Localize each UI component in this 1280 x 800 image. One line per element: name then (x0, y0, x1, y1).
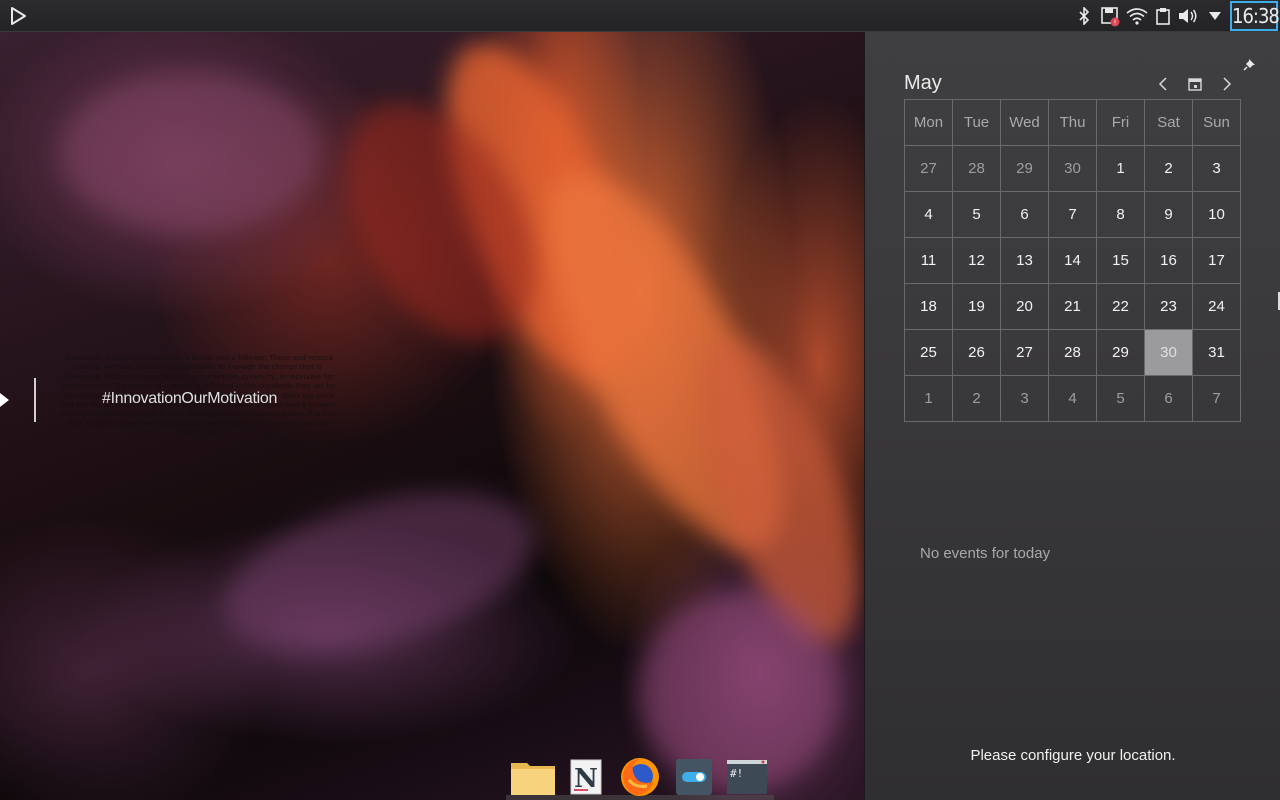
day-cell[interactable]: 3 (1000, 375, 1049, 422)
day-cell[interactable]: 3 (1192, 145, 1241, 192)
quote-divider (34, 378, 36, 422)
previous-month-icon[interactable] (1153, 74, 1173, 94)
week-row: 4 5 6 7 8 9 10 (904, 191, 1241, 238)
day-cell[interactable]: 4 (904, 191, 953, 238)
day-cell[interactable]: 27 (904, 145, 953, 192)
day-cell[interactable]: 14 (1048, 237, 1097, 284)
next-month-icon[interactable] (1217, 74, 1237, 94)
quote-hashtag: #InnovationOurMotivation (102, 390, 278, 407)
no-events-label: No events for today (920, 545, 1051, 562)
month-title[interactable]: May (904, 72, 942, 95)
day-cell[interactable]: 5 (952, 191, 1001, 238)
today-cell[interactable]: 30 (1144, 329, 1193, 376)
weekday-label: Fri (1096, 99, 1145, 146)
settings-toggle-icon[interactable] (667, 754, 721, 800)
day-cell[interactable]: 27 (1000, 329, 1049, 376)
day-cell[interactable]: 1 (1096, 145, 1145, 192)
top-panel: ! 16:38 (0, 0, 1280, 32)
clipboard-icon[interactable] (1152, 5, 1174, 27)
notes-app-icon[interactable]: N (560, 754, 614, 800)
week-row: 18 19 20 21 22 23 24 (904, 283, 1241, 330)
day-cell[interactable]: 8 (1096, 191, 1145, 238)
weekday-header-row: Mon Tue Wed Thu Fri Sat Sun (904, 99, 1241, 146)
day-cell[interactable]: 21 (1048, 283, 1097, 330)
day-cell[interactable]: 28 (952, 145, 1001, 192)
day-cell[interactable]: 6 (1144, 375, 1193, 422)
usb-drive-icon[interactable]: ! (1099, 5, 1121, 27)
today-calendar-icon[interactable] (1185, 74, 1205, 94)
day-cell[interactable]: 2 (952, 375, 1001, 422)
clock[interactable]: 16:38 (1230, 1, 1280, 31)
dock: N #! (506, 754, 774, 800)
day-cell[interactable]: 4 (1048, 375, 1097, 422)
weekday-label: Sat (1144, 99, 1193, 146)
day-cell[interactable]: 31 (1192, 329, 1241, 376)
quote-widget: Innovation distinguishes between a leade… (0, 350, 360, 450)
weekday-label: Sun (1192, 99, 1241, 146)
day-cell[interactable]: 23 (1144, 283, 1193, 330)
svg-text:#!: #! (730, 767, 743, 780)
day-cell[interactable]: 10 (1192, 191, 1241, 238)
day-cell[interactable]: 22 (1096, 283, 1145, 330)
day-cell[interactable]: 28 (1048, 329, 1097, 376)
day-cell[interactable]: 1 (904, 375, 953, 422)
expand-arrow-icon[interactable] (1204, 5, 1226, 27)
weekday-label: Wed (1000, 99, 1049, 146)
day-cell[interactable]: 12 (952, 237, 1001, 284)
volume-icon[interactable] (1177, 5, 1199, 27)
day-cell[interactable]: 9 (1144, 191, 1193, 238)
day-cell[interactable]: 20 (1000, 283, 1049, 330)
day-cell[interactable]: 2 (1144, 145, 1193, 192)
day-cell[interactable]: 6 (1000, 191, 1049, 238)
day-cell[interactable]: 17 (1192, 237, 1241, 284)
wifi-icon[interactable] (1126, 5, 1148, 27)
day-cell[interactable]: 15 (1096, 237, 1145, 284)
weather-location-message[interactable]: Please configure your location. (865, 747, 1280, 764)
day-cell[interactable]: 26 (952, 329, 1001, 376)
launcher-play-icon[interactable] (6, 4, 30, 28)
week-row: 27 28 29 30 1 2 3 (904, 145, 1241, 192)
files-icon[interactable] (506, 754, 560, 800)
week-row: 25 26 27 28 29 30 31 (904, 329, 1241, 376)
weekday-label: Tue (952, 99, 1001, 146)
svg-text:!: ! (1114, 19, 1117, 27)
bluetooth-icon[interactable] (1073, 5, 1095, 27)
day-cell[interactable]: 18 (904, 283, 953, 330)
day-cell[interactable]: 7 (1048, 191, 1097, 238)
day-cell[interactable]: 11 (904, 237, 953, 284)
day-cell[interactable]: 7 (1192, 375, 1241, 422)
terminal-icon[interactable]: #! (720, 754, 774, 800)
month-grid: Mon Tue Wed Thu Fri Sat Sun 27 28 29 30 … (904, 99, 1241, 422)
day-cell[interactable]: 29 (1000, 145, 1049, 192)
day-cell[interactable]: 24 (1192, 283, 1241, 330)
weekday-label: Thu (1048, 99, 1097, 146)
pin-icon[interactable] (1243, 56, 1259, 72)
weekday-label: Mon (904, 99, 953, 146)
day-cell[interactable]: 29 (1096, 329, 1145, 376)
quote-play-icon[interactable] (0, 392, 10, 407)
week-row: 11 12 13 14 15 16 17 (904, 237, 1241, 284)
day-cell[interactable]: 19 (952, 283, 1001, 330)
day-cell[interactable]: 5 (1096, 375, 1145, 422)
day-cell[interactable]: 30 (1048, 145, 1097, 192)
day-cell[interactable]: 25 (904, 329, 953, 376)
day-cell[interactable]: 16 (1144, 237, 1193, 284)
firefox-icon[interactable] (613, 754, 667, 800)
calendar-panel: May Mon Tue Wed Thu Fri Sat Sun 27 28 29 (864, 32, 1280, 800)
day-cell[interactable]: 13 (1000, 237, 1049, 284)
week-row: 1 2 3 4 5 6 7 (904, 375, 1241, 422)
